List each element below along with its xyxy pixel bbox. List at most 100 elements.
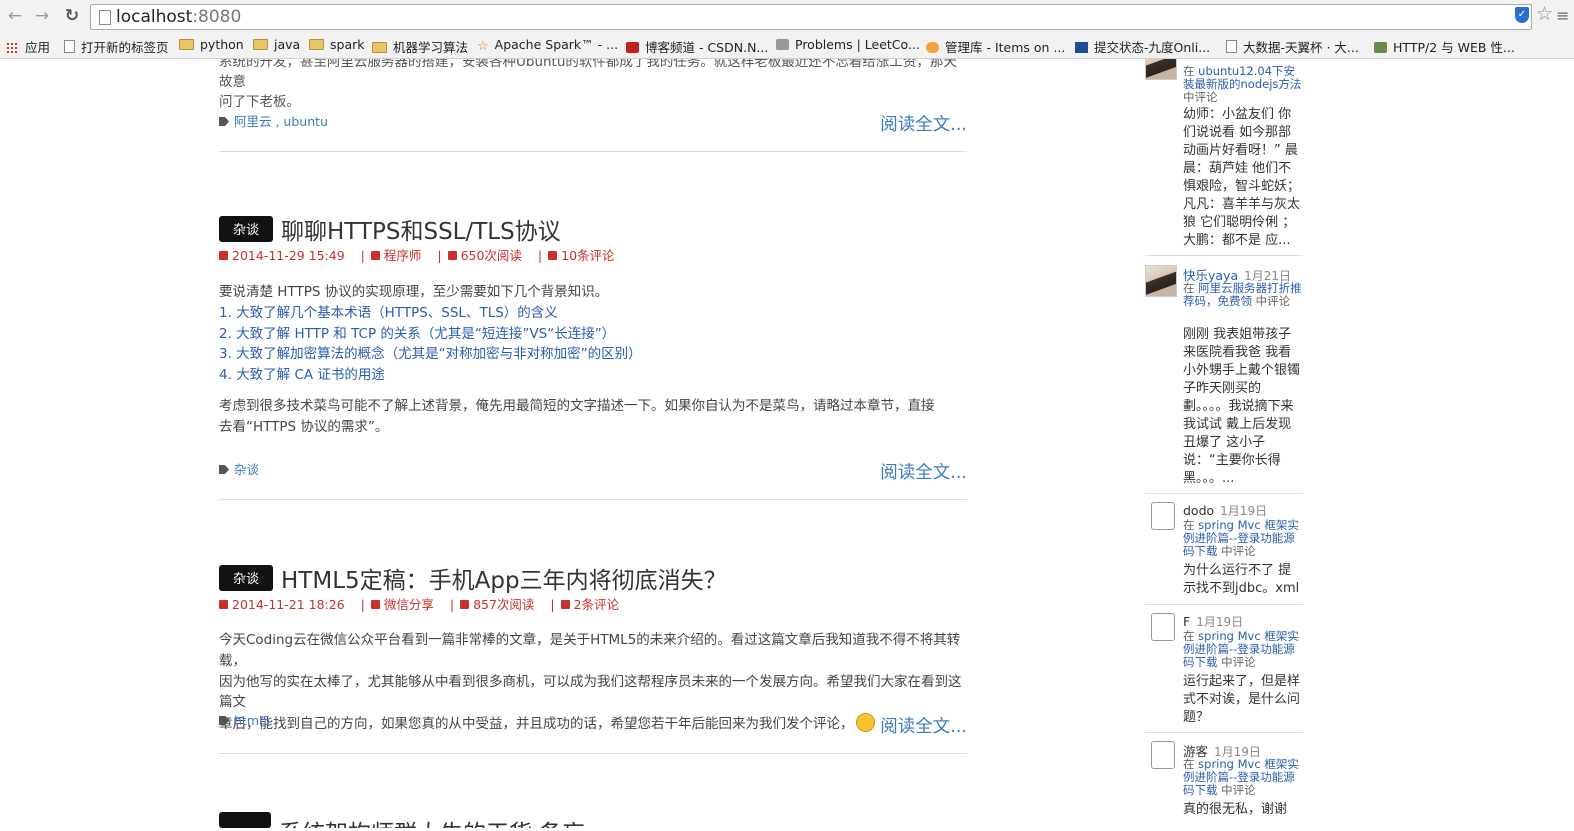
bookmark-ml[interactable]: 机器学习算法 (372, 37, 468, 56)
tag-icon (219, 117, 229, 126)
bookmark-python[interactable]: python (179, 37, 244, 52)
comment-text: 为什么运行不了 提示找不到jdbc。xml (1183, 563, 1300, 596)
folder-icon (179, 39, 194, 50)
tag-list[interactable]: 杂谈 (219, 459, 259, 478)
post-title[interactable]: HTML5定稿：手机App三年内将彻底消失？ (281, 561, 727, 595)
ref-prefix: 在 (1183, 757, 1195, 771)
bookmark-new-tab[interactable]: 打开新的标签页 (64, 37, 169, 56)
reload-icon[interactable]: ↻ (62, 6, 82, 26)
comment-text: 运行起来了，但是样式不对诶，是什么问题？ (1183, 674, 1301, 725)
post-date: 2014-11-29 15:49 (232, 248, 345, 263)
forward-arrow-icon[interactable]: → (32, 6, 52, 26)
list-item[interactable]: 4. 大致了解 CA 证书的用途 (219, 365, 967, 386)
address-bar[interactable]: localhost:8080 (90, 4, 1532, 30)
jiudu-icon (1075, 42, 1088, 53)
avatar[interactable] (1151, 741, 1175, 769)
comment-ref: 在 ubuntu12.04下安装最新版的nodejs方法 中评论 (1183, 65, 1303, 104)
menu-icon[interactable]: ≡ (1556, 6, 1569, 25)
url-text[interactable]: localhost:8080 (116, 7, 241, 27)
bookmark-http2[interactable]: HTTP/2 与 WEB 性... (1374, 37, 1515, 56)
bookmark-label: 大数据-天翼杯 · 大... (1243, 40, 1359, 55)
bookmark-star-icon[interactable]: ☆ (1536, 3, 1553, 25)
comment-ref: 在 阿里云服务器打折推荐码，免费领 中评论 (1183, 282, 1303, 308)
post-excerpt: 要说清楚 HTTPS 协议的实现原理，至少需要如下几个背景知识。 1. 大致了解… (219, 282, 967, 386)
bookmark-leetcode[interactable]: Problems | LeetCo... (776, 37, 920, 52)
comment-ref: 在 spring Mvc 框架实例进阶篇--登录功能源码下载 中评论 (1183, 630, 1303, 669)
category-badge[interactable] (219, 812, 271, 828)
comment-item: 在 ubuntu12.04下安装最新版的nodejs方法 中评论 幼师：小盆友们… (1145, 48, 1303, 248)
bookmark-bigdata[interactable]: 大数据-天翼杯 · 大... (1226, 37, 1359, 56)
book-icon (447, 251, 457, 260)
post-title[interactable]: 系统架构师群大牛的干货·备忘 (279, 814, 585, 828)
list-item[interactable]: 3. 大致了解加密算法的概念（尤其是“对称加密与非对称加密”的区别） (219, 344, 967, 365)
book-icon (460, 600, 470, 609)
author-name: dodo (1183, 503, 1215, 518)
comment-item: F 1月19日 在 spring Mvc 框架实例进阶篇--登录功能源码下载 中评… (1145, 613, 1303, 725)
folder-icon (372, 42, 387, 53)
post-excerpt-outro: 考虑到很多技术菜鸟可能不了解上述背景，俺先用最简短的文字描述一下。如果你自认为不… (219, 396, 967, 438)
comment-item: 游客 1月19日 在 spring Mvc 框架实例进阶篇--登录功能源码下载 中… (1145, 741, 1303, 831)
ref-suffix: 中评论 (1255, 294, 1291, 308)
comment-date: 1月19日 (1220, 504, 1268, 518)
calendar-icon (219, 600, 228, 609)
tag-list[interactable]: html5 (219, 713, 270, 728)
bookmarks-bar: 应用 打开新的标签页 python java spark 机器学习算法 ☆ Apa… (0, 33, 1574, 57)
bookmark-label: 博客频道 - CSDN.N... (645, 40, 769, 55)
comment-ref: 在 spring Mvc 框架实例进阶篇--登录功能源码下载 中评论 (1183, 758, 1303, 797)
read-more-link[interactable]: 阅读全文... (880, 111, 967, 136)
tag-links[interactable]: html5 (234, 713, 270, 728)
ref-suffix: 中评论 (1221, 783, 1256, 797)
post-meta: 2014-11-29 15:49 | 程序师 | 650次阅读 | 10条评论 (219, 245, 615, 264)
bookmark-label: Apache Spark™ - ... (494, 37, 619, 52)
post-author[interactable]: 微信分享 (384, 597, 434, 612)
list-item[interactable]: 2. 大致了解 HTTP 和 TCP 的关系（尤其是“短连接”VS“长连接”） (219, 324, 967, 345)
post-footer: html5 阅读全文... (219, 710, 967, 740)
shield-extension-icon[interactable]: ✓ (1515, 7, 1529, 23)
tag-icon (219, 465, 229, 474)
tag-links[interactable]: 杂谈 (234, 462, 259, 477)
apps-grid-icon (6, 42, 19, 53)
read-more-link[interactable]: 阅读全文... (880, 713, 967, 738)
bookmark-label: 打开新的标签页 (81, 40, 169, 55)
bookmark-apache-spark[interactable]: ☆ Apache Spark™ - ... (477, 37, 618, 54)
post-author[interactable]: 程序师 (384, 248, 422, 263)
category-badge[interactable]: 杂谈 (219, 565, 274, 591)
tag-list[interactable]: 阿里云 , ubuntu (219, 111, 328, 130)
avatar[interactable] (1151, 613, 1175, 641)
excerpt-line: 考虑到很多技术菜鸟可能不了解上述背景，俺先用最简短的文字描述一下。如果你自认为不… (219, 398, 935, 414)
back-arrow-icon[interactable]: ← (5, 6, 25, 26)
list-item[interactable]: 1. 大致了解几个基本术语（HTTPS、SSL、TLS）的含义 (219, 303, 967, 324)
comment-icon (560, 600, 570, 609)
comment-count[interactable]: 2条评论 (574, 597, 619, 612)
post-title-row: 杂谈 HTML5定稿：手机App三年内将彻底消失？ (219, 561, 727, 594)
post-card: 杂谈 聊聊HTTPS和SSL/TLS协议 2014-11-29 15:49 | 程序… (219, 212, 967, 452)
category-badge[interactable]: 杂谈 (219, 216, 274, 242)
author-name: F (1183, 614, 1191, 629)
post-title-row: 杂谈 聊聊HTTPS和SSL/TLS协议 (219, 212, 561, 245)
divider (1145, 604, 1303, 605)
bookmark-java[interactable]: java (253, 37, 300, 52)
comment-date: 1月19日 (1196, 615, 1244, 629)
tag-links[interactable]: 阿里云 , ubuntu (234, 114, 328, 129)
ref-suffix: 中评论 (1183, 90, 1218, 104)
bookmark-spark[interactable]: spark (309, 37, 365, 52)
bookmark-apps[interactable]: 应用 (6, 37, 50, 56)
comment-item: dodo 1月19日 在 spring Mvc 框架实例进阶篇--登录功能源码下载… (1145, 502, 1303, 602)
post-title[interactable]: 聊聊HTTPS和SSL/TLS协议 (281, 212, 561, 246)
avatar[interactable] (1151, 502, 1175, 530)
ref-post-link[interactable]: ubuntu12.04下安装最新版的nodejs方法 (1183, 64, 1301, 91)
comment-text: 真的很无私，谢谢 (1183, 802, 1288, 817)
ref-prefix: 在 (1183, 281, 1195, 295)
bookmark-csdn[interactable]: 博客频道 - CSDN.N... (626, 37, 768, 56)
manager-icon (926, 42, 939, 53)
bookmark-label: Problems | LeetCo... (795, 37, 920, 52)
bookmark-jiudu[interactable]: 提交状态-九度Onli... (1075, 37, 1210, 56)
bookmark-label: python (200, 37, 244, 52)
avatar[interactable] (1145, 265, 1177, 297)
bookmark-manager[interactable]: 管理库 - Items on ... (926, 37, 1065, 56)
comment-count[interactable]: 10条评论 (561, 248, 614, 263)
read-count: 650次阅读 (460, 248, 522, 263)
ref-prefix: 在 (1183, 629, 1195, 643)
read-more-link[interactable]: 阅读全文... (880, 459, 967, 484)
comment-text: 幼师：小盆友们 你们说说看 如今那部动画片好看呀！” 晨晨：葫芦娃 他们不惧艰险… (1183, 107, 1301, 248)
